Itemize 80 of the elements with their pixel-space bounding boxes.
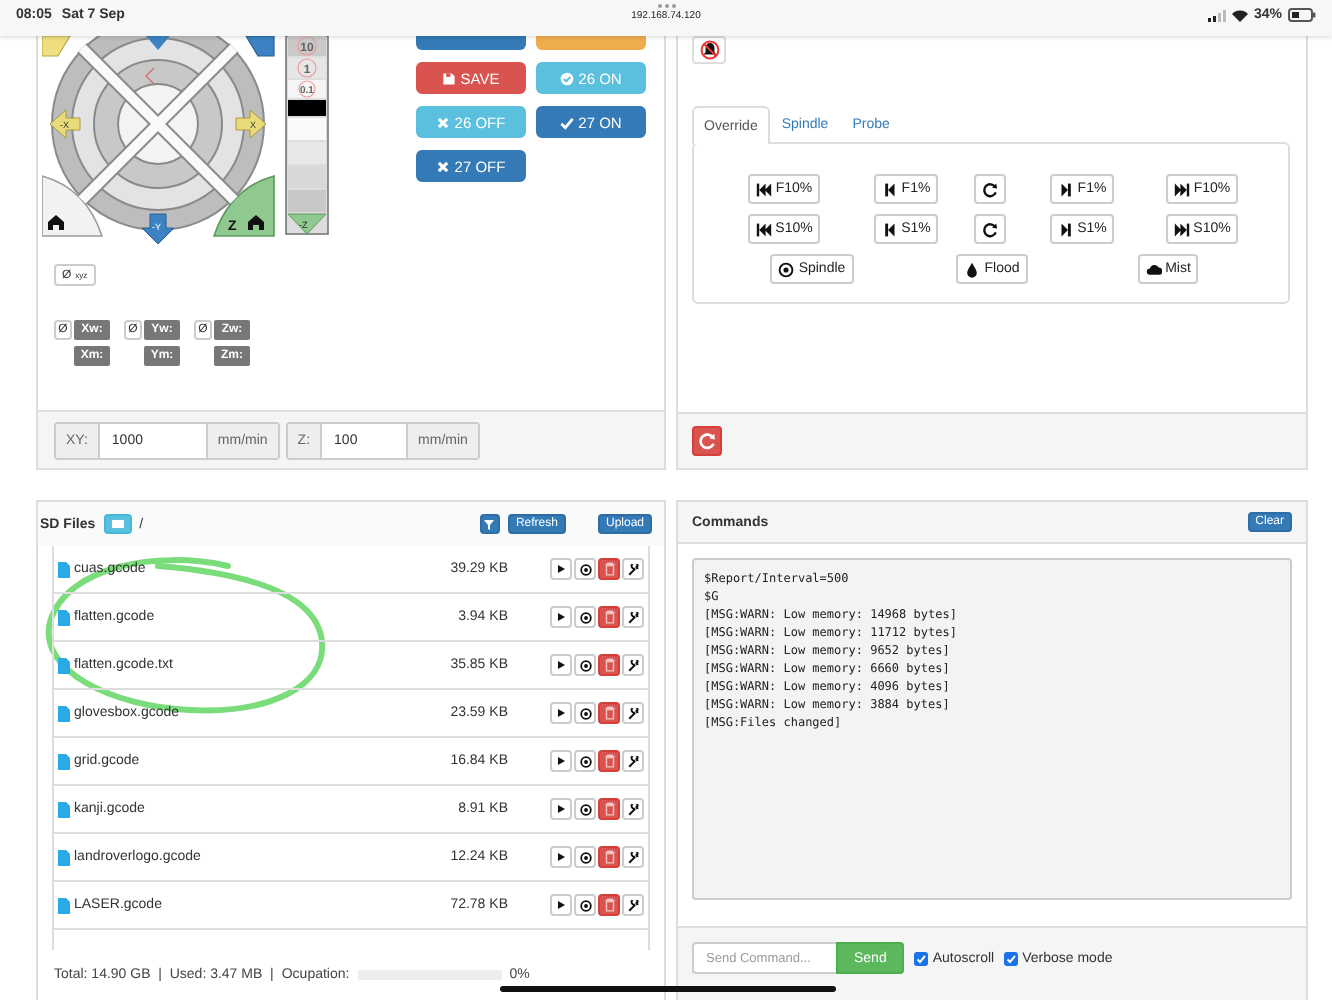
skip-forward-icon (1173, 221, 1190, 237)
play-icon (556, 756, 566, 766)
trash-icon (603, 562, 615, 576)
check-circle-icon (560, 71, 575, 85)
trash-icon (603, 658, 615, 672)
trash-icon (603, 898, 615, 912)
view-button[interactable] (574, 894, 596, 916)
jog-dial-drawing[interactable] (42, 36, 329, 245)
play-button[interactable] (550, 702, 572, 724)
play-icon (556, 804, 566, 814)
play-button[interactable] (550, 798, 572, 820)
signal-icon (1207, 9, 1226, 21)
step-forward-icon (1057, 221, 1074, 237)
folder-icon (111, 520, 124, 528)
play-icon (556, 612, 566, 622)
play-button[interactable] (550, 846, 572, 868)
cross-icon (436, 115, 451, 129)
play-button[interactable] (550, 558, 572, 580)
view-button[interactable] (574, 846, 596, 868)
edit-button[interactable] (622, 798, 644, 820)
view-button[interactable] (574, 606, 596, 628)
edit-button[interactable] (622, 846, 644, 868)
alarm-button[interactable] (692, 36, 726, 64)
skip-forward-icon (1173, 181, 1190, 197)
file-icon (58, 801, 70, 817)
step-forward-icon (1057, 181, 1074, 197)
check-icon (560, 115, 575, 129)
battery-icon (1288, 8, 1316, 22)
view-button[interactable] (574, 558, 596, 580)
step-back-icon (881, 221, 898, 237)
file-icon (58, 753, 70, 769)
play-icon (556, 708, 566, 718)
drop-icon (964, 261, 981, 277)
file-icon (58, 897, 70, 913)
cloud-icon (1145, 261, 1162, 277)
view-button[interactable] (574, 654, 596, 676)
trash-icon (603, 850, 615, 864)
edit-button[interactable] (622, 702, 644, 724)
file-icon (58, 657, 70, 673)
play-button[interactable] (550, 894, 572, 916)
play-icon (556, 900, 566, 910)
refresh-icon (982, 181, 998, 197)
play-icon (556, 660, 566, 670)
file-icon (58, 561, 70, 577)
reset-button[interactable] (974, 174, 1006, 204)
edit-button[interactable] (622, 750, 644, 772)
play-icon (556, 852, 566, 862)
play-button[interactable] (550, 654, 572, 676)
trash-icon (603, 754, 615, 768)
trash-icon (603, 802, 615, 816)
view-button[interactable] (574, 798, 596, 820)
refresh-icon (698, 432, 716, 450)
cross-icon (436, 159, 451, 173)
step-back-icon (881, 181, 898, 197)
filter-button[interactable] (479, 514, 500, 534)
checkbox[interactable] (914, 951, 929, 965)
refresh-icon (982, 221, 998, 237)
view-button[interactable] (574, 702, 596, 724)
file-icon (58, 609, 70, 625)
edit-button[interactable] (622, 558, 644, 580)
play-icon (556, 564, 566, 574)
reset-button[interactable] (974, 214, 1006, 244)
trash-icon (603, 706, 615, 720)
play-button[interactable] (550, 606, 572, 628)
skip-back-icon (755, 181, 772, 197)
file-icon (58, 705, 70, 721)
edit-button[interactable] (622, 654, 644, 676)
save-icon (442, 71, 457, 85)
target-icon (778, 261, 795, 277)
file-icon (58, 849, 70, 865)
checkbox[interactable] (1004, 951, 1019, 965)
view-button[interactable] (574, 750, 596, 772)
filter-icon (484, 519, 495, 529)
edit-button[interactable] (622, 894, 644, 916)
edit-button[interactable] (622, 606, 644, 628)
wifi-icon (1231, 9, 1248, 21)
skip-back-icon (755, 221, 772, 237)
bell-off-icon (699, 40, 719, 60)
play-button[interactable] (550, 750, 572, 772)
trash-icon (603, 610, 615, 624)
